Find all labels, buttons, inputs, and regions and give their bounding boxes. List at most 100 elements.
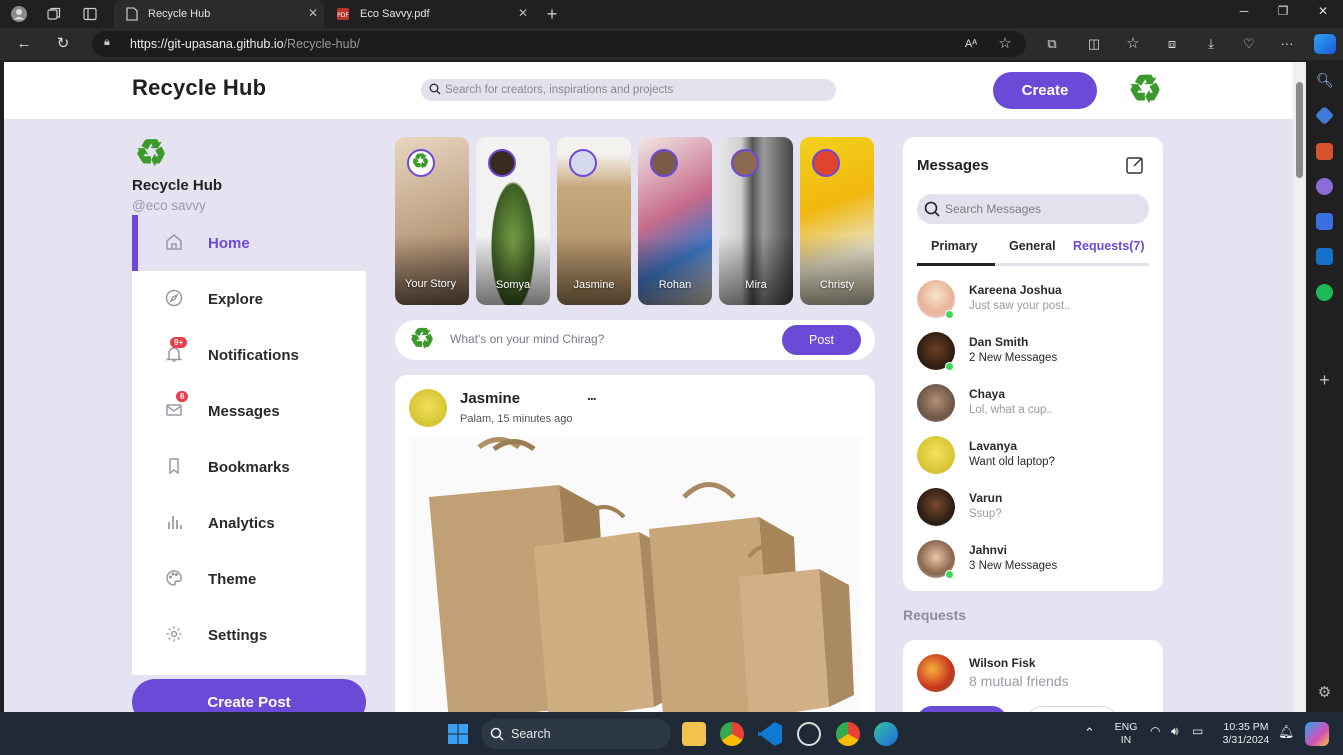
read-aloud-icon[interactable]: Aᴬ (962, 36, 980, 52)
edge-icon[interactable] (874, 722, 898, 746)
story-card[interactable]: Jasmine (557, 137, 631, 305)
taskbar-search[interactable]: Search (481, 719, 671, 749)
home-icon (164, 233, 184, 253)
settings-more-icon[interactable]: ··· (1278, 36, 1296, 52)
contact-name: Lavanya (969, 439, 1018, 453)
recycle-logo-icon[interactable]: ♻ (1125, 71, 1165, 109)
outlook-icon[interactable] (1316, 248, 1333, 265)
volume-icon[interactable]: 🔊︎ (1171, 725, 1179, 738)
creator-search-input[interactable]: Search for creators, inspirations and pr… (421, 79, 836, 101)
story-card[interactable]: Christy (800, 137, 874, 305)
favorite-star-icon[interactable]: ☆ (996, 36, 1014, 52)
copilot-icon[interactable] (1314, 34, 1336, 54)
file-explorer-icon[interactable] (682, 722, 706, 746)
tab-eco-savvy[interactable]: PDF Eco Savvy.pdf ✕ (324, 0, 534, 28)
close-tab-icon[interactable]: ✕ (518, 6, 528, 20)
github-icon[interactable] (797, 722, 821, 746)
close-window-icon[interactable]: ✕ (1313, 4, 1333, 18)
minimize-icon[interactable]: ─ (1234, 4, 1254, 18)
profile-icon[interactable] (9, 4, 29, 24)
split-screen-icon[interactable]: ◫ (1085, 36, 1103, 52)
create-button[interactable]: Create (993, 72, 1097, 109)
url-field[interactable]: 🔒︎ https://git-upasana.github.io/Recycle… (92, 31, 1026, 57)
start-icon[interactable] (446, 722, 470, 746)
browser-tab-bar: Recycle Hub ✕ PDF Eco Savvy.pdf ✕ + ─ ❐ … (0, 0, 1343, 28)
contact-item[interactable]: Varun Ssup? (917, 486, 1149, 530)
copilot-taskbar-icon[interactable] (1305, 722, 1329, 746)
tab-requests[interactable]: Requests(7) (1073, 239, 1145, 253)
contact-item[interactable]: Lavanya Want old laptop? (917, 434, 1149, 478)
collections-icon[interactable]: ⧈ (1163, 36, 1181, 52)
games-icon[interactable] (1316, 178, 1333, 195)
messages-title: Messages (917, 157, 989, 174)
workspaces-icon[interactable] (44, 4, 64, 24)
story-avatar (812, 149, 840, 177)
post-button[interactable]: Post (782, 325, 861, 355)
composer-input[interactable]: What's on your mind Chirag? (450, 332, 604, 346)
tab-general[interactable]: General (1009, 239, 1056, 253)
tab-primary[interactable]: Primary (931, 239, 978, 253)
refresh-icon[interactable]: ↻ (52, 34, 74, 54)
language-indicator[interactable]: ENG IN (1110, 721, 1142, 747)
maximize-icon[interactable]: ❐ (1273, 4, 1293, 18)
story-card[interactable]: Mira (719, 137, 793, 305)
sidebar-settings-icon[interactable]: ⚙ (1316, 684, 1333, 701)
chrome-icon[interactable] (720, 722, 744, 746)
contact-message: Want old laptop? (969, 456, 1055, 468)
close-tab-icon[interactable]: ✕ (308, 6, 318, 20)
back-icon[interactable]: ← (13, 34, 35, 54)
contact-item[interactable]: Jahnvi 3 New Messages (917, 538, 1149, 582)
sidebar-item-theme[interactable]: Theme (132, 551, 366, 607)
new-tab-icon[interactable]: + (542, 4, 562, 24)
post-image[interactable] (409, 437, 861, 712)
tools-icon[interactable] (1316, 143, 1333, 160)
wifi-icon[interactable]: ◠ (1150, 725, 1160, 738)
story-card[interactable]: Rohan (638, 137, 712, 305)
sidebar-item-explore[interactable]: Explore (132, 271, 366, 327)
downloads-icon[interactable]: ⤓ (1202, 36, 1220, 52)
sidebar-item-messages[interactable]: 6 Messages (132, 383, 366, 439)
tab-actions-icon[interactable] (80, 4, 100, 24)
browser-essentials-icon[interactable]: ♡ (1240, 36, 1258, 52)
vscode-icon[interactable] (758, 722, 782, 746)
contact-message: Just saw your post.. (969, 300, 1071, 312)
sidebar-item-analytics[interactable]: Analytics (132, 495, 366, 551)
web-page: Recycle Hub Search for creators, inspira… (4, 62, 1293, 712)
office-icon[interactable] (1316, 213, 1333, 230)
search-icon[interactable]: 🔍︎ (1316, 72, 1334, 89)
compose-message-icon[interactable] (1125, 155, 1145, 175)
sidebar-item-label: Analytics (208, 514, 275, 532)
show-hidden-icons-icon[interactable]: ⌃ (1084, 726, 1095, 739)
sidebar-item-settings[interactable]: Settings (132, 607, 366, 663)
scrollbar-thumb[interactable] (1296, 82, 1303, 178)
contact-item[interactable]: Dan Smith 2 New Messages (917, 330, 1149, 374)
extensions-icon[interactable]: ⧉ (1043, 36, 1061, 52)
clock[interactable]: 10:35 PM 3/31/2024 (1214, 721, 1278, 747)
search-messages-input[interactable]: Search Messages (917, 194, 1149, 224)
contact-item[interactable]: Chaya Lol, what a cup.. (917, 382, 1149, 426)
author-avatar[interactable] (409, 389, 447, 427)
recycle-avatar-icon: ♻ (409, 323, 435, 354)
address-toolbar: ← ↻ 🔒︎ https://git-upasana.github.io/Rec… (0, 28, 1343, 60)
spotify-icon[interactable] (1316, 284, 1333, 301)
request-avatar[interactable] (917, 654, 955, 692)
more-options-icon[interactable]: ... (587, 387, 597, 403)
sidebar-item-notifications[interactable]: 9+ Notifications (132, 327, 366, 383)
shopping-icon[interactable] (1314, 105, 1335, 126)
chrome-profile-icon[interactable] (836, 722, 860, 746)
post-author[interactable]: Jasmine (460, 390, 520, 407)
tab-recycle-hub[interactable]: Recycle Hub ✕ (114, 0, 324, 28)
notification-bell-icon[interactable]: 🔔︎ (1278, 725, 1295, 738)
battery-icon[interactable]: ▭ (1192, 725, 1203, 738)
story-card[interactable]: Somya (476, 137, 550, 305)
story-card[interactable]: ♻ Your Story (395, 137, 469, 305)
lock-icon: 🔒︎ (104, 36, 110, 48)
contact-item[interactable]: Kareena Joshua Just saw your post.. (917, 278, 1149, 322)
sidebar-item-home[interactable]: Home (132, 215, 366, 271)
site-title[interactable]: Recycle Hub (132, 75, 266, 101)
create-post-button[interactable]: Create Post (132, 679, 366, 712)
favorites-icon[interactable]: ☆ (1124, 36, 1142, 52)
page-scrollbar[interactable] (1293, 62, 1306, 712)
sidebar-item-bookmarks[interactable]: Bookmarks (132, 439, 366, 495)
add-sidebar-icon[interactable]: + (1316, 371, 1333, 389)
